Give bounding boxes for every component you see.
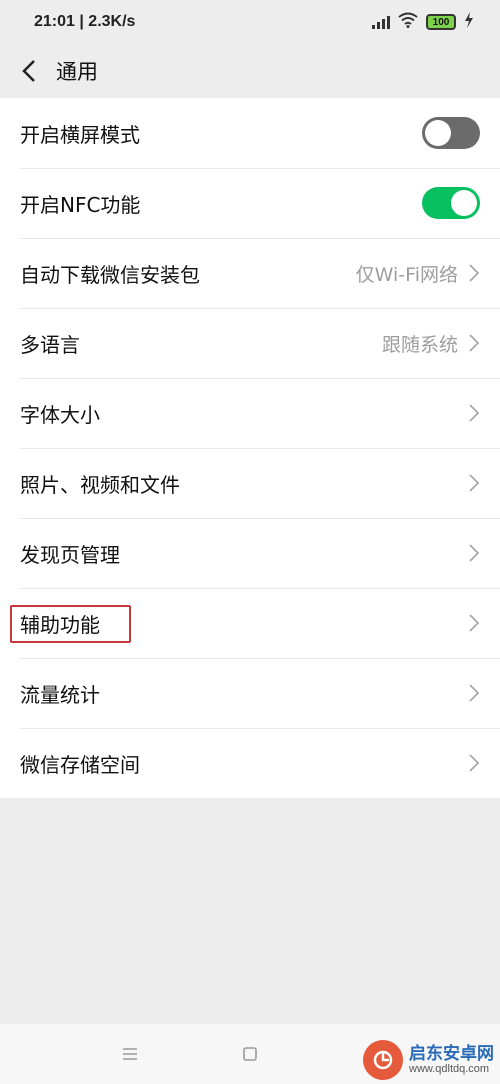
home-square-icon[interactable] xyxy=(238,1042,262,1066)
charging-icon xyxy=(464,11,474,33)
chevron-right-icon xyxy=(468,263,480,283)
setting-label: 照片、视频和文件 xyxy=(20,472,180,497)
setting-label: 流量统计 xyxy=(20,682,100,707)
chevron-right-icon xyxy=(468,473,480,493)
settings-list: 开启横屏模式 开启NFC功能 自动下载微信安装包 仅Wi-Fi网络 多语言 跟随… xyxy=(0,98,500,798)
chevron-right-icon xyxy=(468,753,480,773)
watermark-title: 启东安卓网 xyxy=(409,1043,494,1064)
battery-icon: 100 xyxy=(426,14,456,30)
setting-value: 跟随系统 xyxy=(381,333,458,356)
chevron-right-icon xyxy=(468,613,480,633)
setting-accessibility[interactable]: 辅助功能 xyxy=(0,588,500,658)
setting-landscape-mode[interactable]: 开启横屏模式 xyxy=(0,98,500,168)
setting-label: 字体大小 xyxy=(20,402,100,427)
signal-icon xyxy=(372,15,390,29)
page-title: 通用 xyxy=(56,60,98,84)
back-arrow-icon[interactable] xyxy=(14,56,44,86)
setting-storage[interactable]: 微信存储空间 xyxy=(0,728,500,798)
watermark-logo-icon xyxy=(363,1040,403,1080)
nfc-toggle[interactable] xyxy=(422,187,480,219)
chevron-right-icon xyxy=(468,403,480,423)
setting-label: 微信存储空间 xyxy=(20,752,140,777)
setting-label: 发现页管理 xyxy=(20,542,120,567)
setting-label: 多语言 xyxy=(20,332,80,357)
watermark-url: www.qdltdq.com xyxy=(409,1063,490,1076)
setting-label: 开启NFC功能 xyxy=(20,192,141,217)
chevron-right-icon xyxy=(468,683,480,703)
status-time-speed: 21:01 | 2.3K/s xyxy=(34,13,136,30)
setting-language[interactable]: 多语言 跟随系统 xyxy=(0,308,500,378)
setting-label: 开启横屏模式 xyxy=(20,122,140,147)
chevron-right-icon xyxy=(468,543,480,563)
menu-icon[interactable] xyxy=(118,1042,142,1066)
setting-nfc[interactable]: 开启NFC功能 xyxy=(0,168,500,238)
status-bar: 21:01 | 2.3K/s 100 xyxy=(0,0,500,44)
setting-media-files[interactable]: 照片、视频和文件 xyxy=(0,448,500,518)
wifi-icon xyxy=(398,12,418,33)
setting-discover-management[interactable]: 发现页管理 xyxy=(0,518,500,588)
setting-label: 自动下载微信安装包 xyxy=(20,262,200,287)
chevron-right-icon xyxy=(468,333,480,353)
status-icons: 100 xyxy=(372,11,474,33)
setting-font-size[interactable]: 字体大小 xyxy=(0,378,500,448)
landscape-toggle[interactable] xyxy=(422,117,480,149)
setting-value: 仅Wi-Fi网络 xyxy=(355,263,458,286)
setting-data-usage[interactable]: 流量统计 xyxy=(0,658,500,728)
highlight-box xyxy=(10,605,131,643)
watermark: 启东安卓网 www.qdltdq.com xyxy=(363,1040,494,1080)
watermark-text: 启东安卓网 www.qdltdq.com xyxy=(409,1043,494,1076)
setting-auto-download[interactable]: 自动下载微信安装包 仅Wi-Fi网络 xyxy=(0,238,500,308)
header: 通用 xyxy=(0,44,500,98)
